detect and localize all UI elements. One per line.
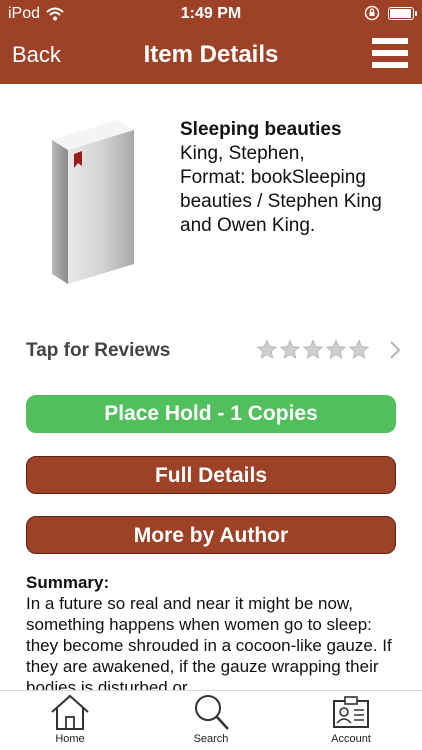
tab-home-label: Home <box>55 733 85 745</box>
tab-bar: Home Search Account <box>0 690 422 750</box>
status-right <box>364 5 417 21</box>
full-details-button[interactable]: Full Details <box>26 456 396 494</box>
battery-level <box>390 8 411 18</box>
star-rating <box>256 339 370 360</box>
hamburger-menu-icon[interactable] <box>372 38 408 74</box>
item-title: Sleeping beauties <box>180 119 342 140</box>
chevron-right-icon <box>390 341 401 359</box>
star-icon <box>256 339 278 359</box>
summary-section: Summary: In a future so real and near it… <box>26 572 404 690</box>
book-icon <box>52 120 134 284</box>
orientation-lock-icon <box>364 5 380 21</box>
reviews-label: Tap for Reviews <box>26 340 171 361</box>
home-icon <box>51 694 89 730</box>
tab-search-label: Search <box>193 733 229 745</box>
star-icon <box>302 339 324 359</box>
item-info: Sleeping beauties King, Stephen, Format:… <box>180 118 416 238</box>
summary-text: In a future so real and near it might be… <box>26 594 392 690</box>
star-icon <box>348 339 370 359</box>
status-time: 1:49 PM <box>180 5 242 22</box>
star-icon <box>325 339 347 359</box>
tab-account-label: Account <box>331 733 371 745</box>
status-bar: iPod 1:49 PM <box>0 0 422 28</box>
account-card-icon <box>333 696 369 728</box>
search-icon <box>195 695 229 730</box>
tab-search[interactable]: Search <box>171 693 251 745</box>
star-icon <box>279 339 301 359</box>
item-author: King, Stephen, <box>180 143 305 164</box>
summary-heading: Summary: <box>26 573 110 592</box>
tab-home[interactable]: Home <box>30 693 110 745</box>
page-title: Item Details <box>143 41 279 68</box>
tab-account[interactable]: Account <box>311 693 391 745</box>
more-by-author-button[interactable]: More by Author <box>26 516 396 554</box>
reviews-row[interactable]: Tap for Reviews <box>0 332 422 368</box>
nav-bar: Back Item Details <box>0 28 422 84</box>
item-format: Format: bookSleeping beauties / Stephen … <box>180 167 382 236</box>
place-hold-button[interactable]: Place Hold - 1 Copies <box>26 395 396 433</box>
battery-icon <box>388 6 417 20</box>
